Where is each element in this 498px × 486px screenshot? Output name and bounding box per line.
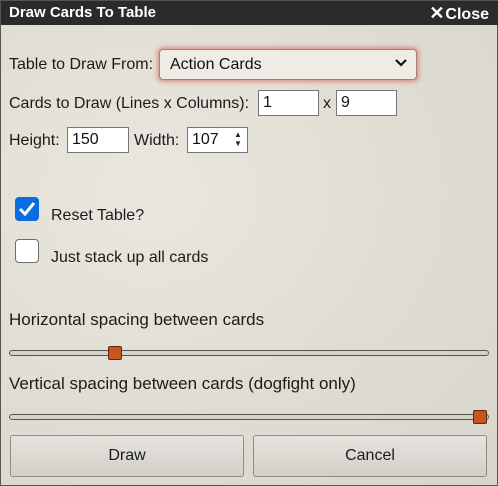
columns-input[interactable]: 9 (336, 90, 397, 116)
title-bar[interactable]: Draw Cards To Table ✕Close (1, 1, 498, 25)
horizontal-spacing-thumb[interactable] (108, 346, 123, 360)
width-input[interactable]: 107 ▲ ▼ (187, 127, 248, 153)
reset-table-checkbox[interactable] (15, 197, 39, 221)
horizontal-spacing-slider[interactable] (9, 346, 489, 360)
dialog-title: Draw Cards To Table (9, 4, 156, 21)
lines-input[interactable]: 1 (258, 90, 319, 116)
vertical-spacing-slider[interactable] (9, 410, 489, 424)
horizontal-spacing-label: Horizontal spacing between cards (9, 310, 265, 329)
vertical-spacing-label: Vertical spacing between cards (dogfight… (9, 374, 356, 393)
stack-cards-checkbox[interactable] (15, 239, 39, 263)
table-label: Table to Draw From: (9, 56, 154, 73)
width-label: Width: (134, 132, 180, 149)
height-input[interactable]: 150 (67, 127, 129, 153)
cards-label: Cards to Draw (Lines x Columns): (9, 95, 250, 112)
table-select-value: Action Cards (170, 56, 262, 73)
vertical-spacing-thumb[interactable] (473, 410, 487, 424)
reset-table-label: Reset Table? (51, 207, 145, 224)
width-spinner-icon[interactable]: ▲ ▼ (231, 130, 245, 150)
chevron-down-icon (394, 55, 408, 72)
close-label[interactable]: Close (445, 6, 489, 23)
checkmark-icon (18, 202, 36, 217)
draw-button[interactable]: Draw (10, 435, 244, 477)
table-select[interactable]: Action Cards (159, 49, 417, 80)
close-button[interactable]: ✕Close (429, 3, 489, 24)
lines-x-columns-separator: x (323, 95, 331, 112)
stack-cards-label: Just stack up all cards (51, 249, 209, 266)
draw-cards-dialog: Draw Cards To Table ✕Close Table to Draw… (0, 0, 498, 486)
close-icon[interactable]: ✕ (429, 3, 444, 23)
height-label: Height: (9, 132, 60, 149)
width-value: 107 (192, 131, 219, 148)
cancel-button[interactable]: Cancel (253, 435, 487, 477)
